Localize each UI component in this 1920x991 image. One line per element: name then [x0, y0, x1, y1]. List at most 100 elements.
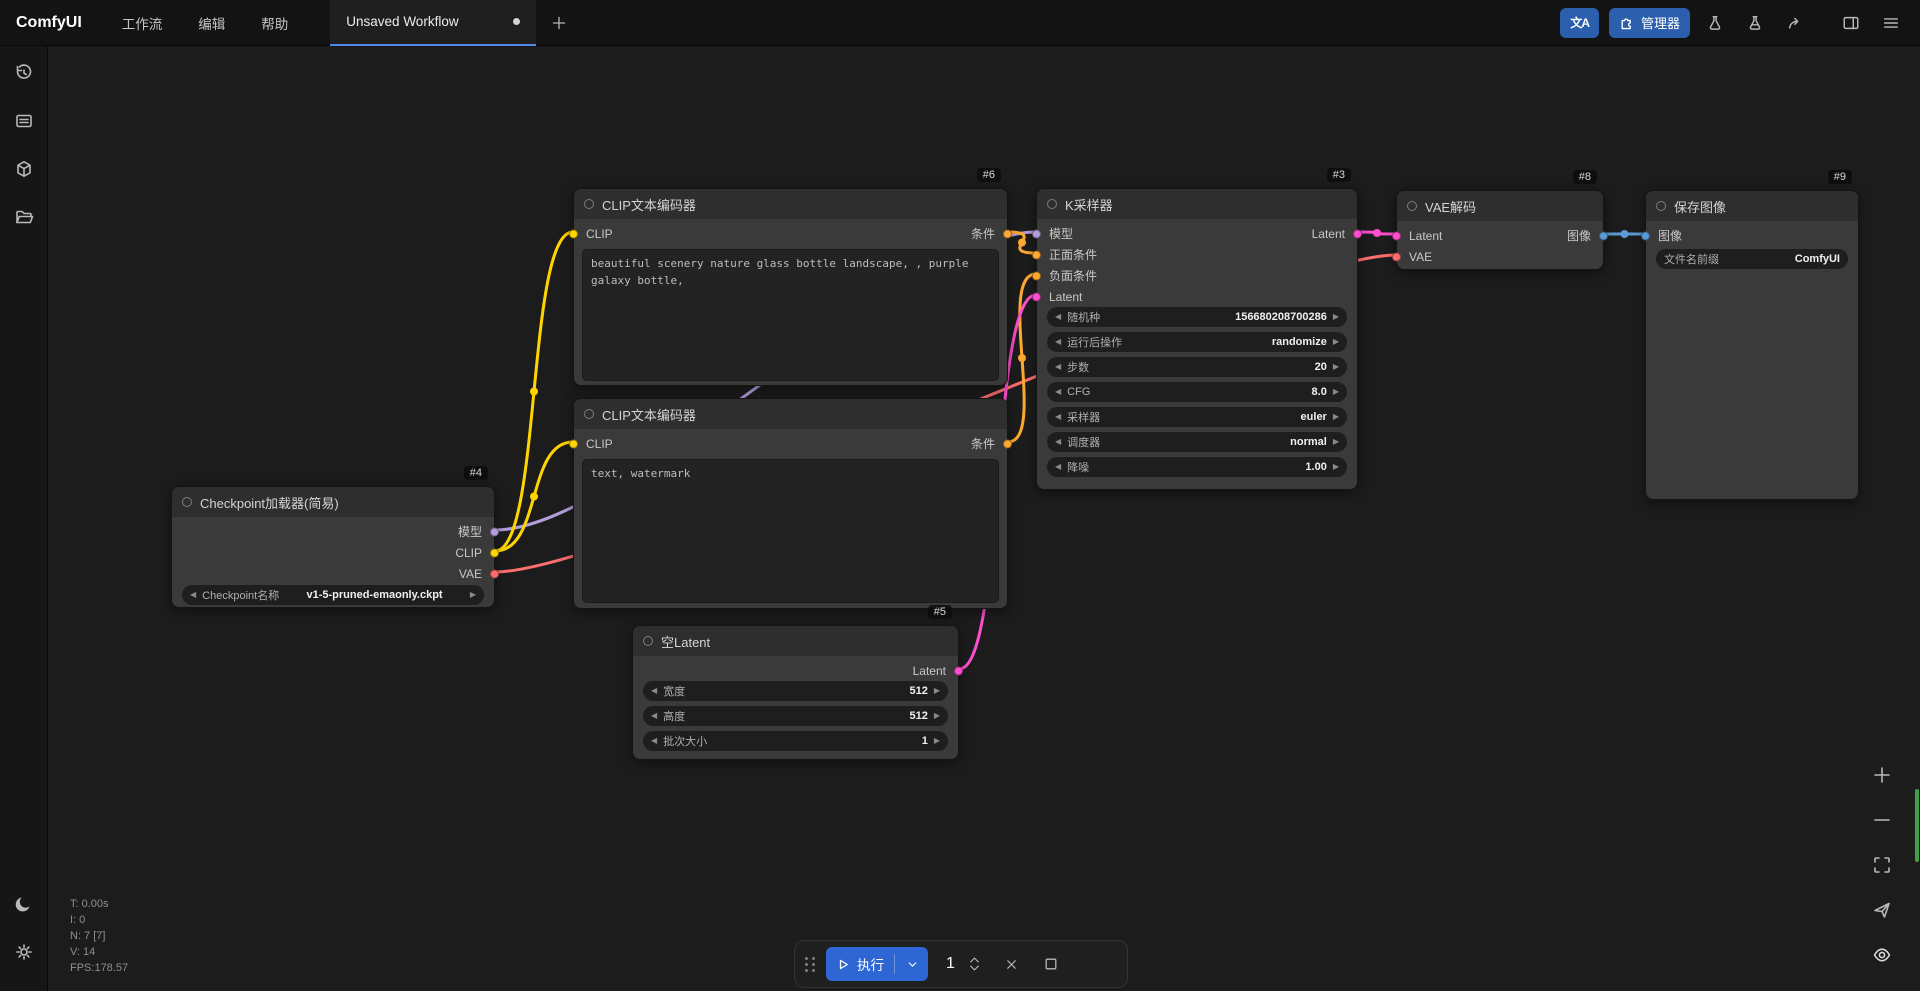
next-arrow-icon[interactable]: ▶: [1333, 463, 1339, 471]
steps-widget[interactable]: ◀ 步数 20 ▶: [1047, 357, 1347, 377]
prev-arrow-icon[interactable]: ◀: [1055, 363, 1061, 371]
model-io-row[interactable]: 模型 Latent: [1037, 223, 1357, 244]
next-arrow-icon[interactable]: ▶: [470, 591, 476, 599]
select-mode-icon[interactable]: [1868, 896, 1896, 924]
filename-prefix-widget[interactable]: 文件名前缀 ComfyUI: [1656, 249, 1848, 269]
panel-toggle-icon[interactable]: [1836, 8, 1866, 38]
hamburger-menu-icon[interactable]: [1876, 8, 1906, 38]
translate-button[interactable]: 文A: [1560, 8, 1599, 38]
next-arrow-icon[interactable]: ▶: [1333, 388, 1339, 396]
prev-arrow-icon[interactable]: ◀: [1055, 413, 1061, 421]
prev-arrow-icon[interactable]: ◀: [1055, 388, 1061, 396]
prev-arrow-icon[interactable]: ◀: [651, 687, 657, 695]
clip-port-dot[interactable]: [569, 439, 578, 448]
conditioning-port-dot[interactable]: [1003, 229, 1012, 238]
run-options-chevron-icon[interactable]: [899, 958, 926, 971]
positive-cond-row[interactable]: 正面条件: [1037, 244, 1357, 265]
stop-icon[interactable]: [1043, 956, 1059, 972]
next-arrow-icon[interactable]: ▶: [1333, 363, 1339, 371]
node-title-bar[interactable]: 保存图像: [1646, 191, 1858, 221]
menu-help[interactable]: 帮助: [243, 0, 306, 46]
output-port-model[interactable]: 模型: [172, 521, 494, 542]
prev-arrow-icon[interactable]: ◀: [1055, 438, 1061, 446]
flask-icon-2[interactable]: [1740, 8, 1770, 38]
vae-port-dot[interactable]: [1392, 252, 1401, 261]
toggle-visibility-eye-icon[interactable]: [1868, 941, 1896, 969]
output-port-clip[interactable]: CLIP: [172, 542, 494, 563]
next-arrow-icon[interactable]: ▶: [934, 687, 940, 695]
latent-port-dot[interactable]: [1032, 292, 1041, 301]
fit-view-icon[interactable]: [1868, 851, 1896, 879]
conditioning-port-dot[interactable]: [1003, 439, 1012, 448]
workflow-tab[interactable]: Unsaved Workflow: [330, 0, 536, 46]
menu-workflow[interactable]: 工作流: [104, 0, 181, 46]
prev-arrow-icon[interactable]: ◀: [1055, 338, 1061, 346]
next-arrow-icon[interactable]: ▶: [1333, 338, 1339, 346]
node-vae-decode[interactable]: #8 VAE解码 Latent 图像 VAE: [1396, 190, 1604, 270]
node-checkpoint-loader[interactable]: #4 Checkpoint加载器(简易) 模型 CLIP VAE ◀ Check…: [171, 486, 495, 608]
node-title-bar[interactable]: VAE解码: [1397, 191, 1603, 221]
latent-port-dot[interactable]: [954, 666, 963, 675]
clip-port-dot[interactable]: [569, 229, 578, 238]
vae-input-row[interactable]: VAE: [1397, 246, 1603, 267]
image-port-dot[interactable]: [1641, 231, 1650, 240]
node-ksampler[interactable]: #3 K采样器 模型 Latent 正面条件 负面条件 Latent: [1036, 188, 1358, 490]
next-arrow-icon[interactable]: ▶: [1333, 413, 1339, 421]
run-button[interactable]: 执行: [826, 947, 928, 981]
next-arrow-icon[interactable]: ▶: [1333, 438, 1339, 446]
negative-prompt-textarea[interactable]: text, watermark: [582, 459, 999, 603]
ckpt-name-widget[interactable]: ◀ Checkpoint名称 v1-5-pruned-emaonly.ckpt …: [182, 585, 484, 605]
theme-toggle-icon[interactable]: [5, 885, 43, 923]
zoom-in-icon[interactable]: [1868, 761, 1896, 789]
prev-arrow-icon[interactable]: ◀: [190, 591, 196, 599]
flask-icon-1[interactable]: [1700, 8, 1730, 38]
node-title-bar[interactable]: Checkpoint加载器(简易): [172, 487, 494, 517]
node-title-bar[interactable]: CLIP文本编码器: [574, 189, 1007, 219]
queue-history-icon[interactable]: [5, 54, 43, 92]
sampler-widget[interactable]: ◀ 采样器 euler ▶: [1047, 407, 1347, 427]
prev-arrow-icon[interactable]: ◀: [651, 737, 657, 745]
node-empty-latent[interactable]: #5 空Latent Latent ◀ 宽度 512 ▶ ◀ 高度 512 ▶: [632, 625, 959, 760]
seed-widget[interactable]: ◀ 随机种 156680208700286 ▶: [1047, 307, 1347, 327]
node-clip-encode-negative[interactable]: CLIP文本编码器 CLIP 条件 text, watermark: [573, 398, 1008, 609]
latent-io-row[interactable]: Latent 图像: [1397, 225, 1603, 246]
image-input-row[interactable]: 图像: [1646, 225, 1858, 246]
manager-button[interactable]: 管理器: [1609, 8, 1690, 38]
menu-edit[interactable]: 编辑: [180, 0, 243, 46]
control-after-generate-widget[interactable]: ◀ 运行后操作 randomize ▶: [1047, 332, 1347, 352]
clip-io-row[interactable]: CLIP 条件: [574, 223, 1007, 244]
next-arrow-icon[interactable]: ▶: [934, 737, 940, 745]
batch-size-widget[interactable]: ◀ 批次大小 1 ▶: [643, 731, 948, 751]
model-port-dot[interactable]: [490, 527, 499, 536]
latent-input-row[interactable]: Latent: [1037, 286, 1357, 307]
image-port-dot[interactable]: [1599, 231, 1608, 240]
collapse-dot-icon[interactable]: [584, 409, 594, 419]
latent-port-dot[interactable]: [1353, 229, 1362, 238]
latent-port-dot[interactable]: [1392, 231, 1401, 240]
share-icon[interactable]: [1780, 8, 1810, 38]
clip-io-row[interactable]: CLIP 条件: [574, 433, 1007, 454]
clip-port-dot[interactable]: [490, 548, 499, 557]
node-save-image[interactable]: #9 保存图像 图像 文件名前缀 ComfyUI: [1645, 190, 1859, 500]
node-title-bar[interactable]: CLIP文本编码器: [574, 399, 1007, 429]
output-port-vae[interactable]: VAE: [172, 563, 494, 584]
prev-arrow-icon[interactable]: ◀: [1055, 313, 1061, 321]
node-title-bar[interactable]: 空Latent: [633, 626, 958, 656]
collapse-dot-icon[interactable]: [1656, 201, 1666, 211]
graph-canvas[interactable]: #4 Checkpoint加载器(简易) 模型 CLIP VAE ◀ Check…: [0, 0, 1920, 991]
collapse-dot-icon[interactable]: [1407, 201, 1417, 211]
collapse-dot-icon[interactable]: [182, 497, 192, 507]
cancel-run-icon[interactable]: [1004, 957, 1019, 972]
collapse-dot-icon[interactable]: [643, 636, 653, 646]
vae-port-dot[interactable]: [490, 569, 499, 578]
next-arrow-icon[interactable]: ▶: [934, 712, 940, 720]
height-widget[interactable]: ◀ 高度 512 ▶: [643, 706, 948, 726]
conditioning-port-dot[interactable]: [1032, 271, 1041, 280]
drag-handle-icon[interactable]: [805, 957, 816, 972]
prev-arrow-icon[interactable]: ◀: [651, 712, 657, 720]
zoom-out-icon[interactable]: [1868, 806, 1896, 834]
settings-gear-icon[interactable]: [5, 933, 43, 971]
new-tab-button[interactable]: [544, 8, 574, 38]
collapse-dot-icon[interactable]: [584, 199, 594, 209]
scheduler-widget[interactable]: ◀ 调度器 normal ▶: [1047, 432, 1347, 452]
